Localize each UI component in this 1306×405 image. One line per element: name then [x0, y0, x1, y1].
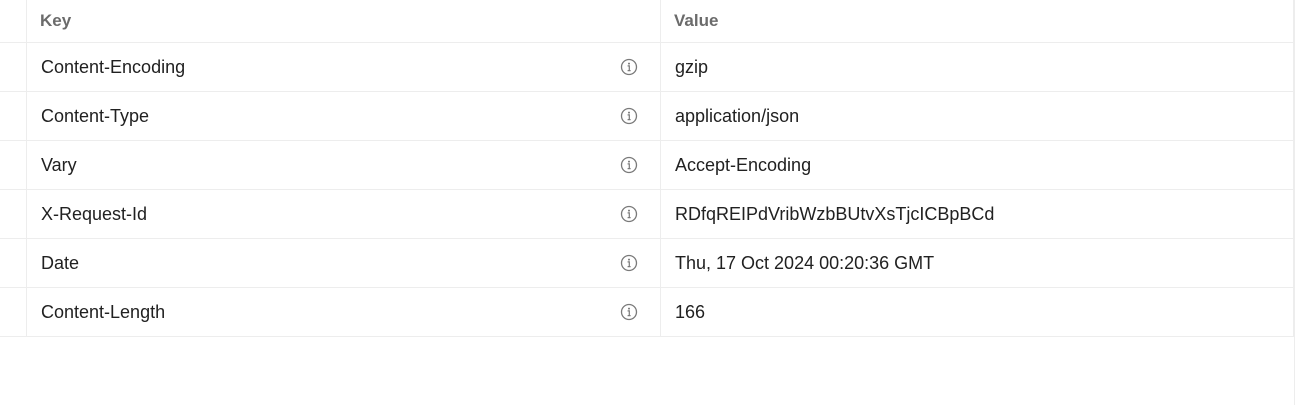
row-gutter — [0, 0, 27, 42]
header-key-cell: Content-Type — [27, 92, 661, 140]
header-value-cell: Accept-Encoding — [661, 141, 1294, 189]
header-value: RDfqREIPdVribWzbBUtvXsTjcICBpBCd — [675, 203, 995, 224]
header-value-cell: application/json — [661, 92, 1294, 140]
header-key: Vary — [41, 154, 77, 175]
column-header-key: Key — [27, 0, 661, 42]
header-key: Date — [41, 252, 80, 273]
info-circle-icon[interactable] — [620, 156, 638, 174]
table-header-row: Key Value — [0, 0, 1294, 43]
header-value-cell: 166 — [661, 288, 1294, 336]
info-circle-icon[interactable] — [620, 205, 638, 223]
header-value: Accept-Encoding — [675, 154, 812, 175]
panel-right-border — [1294, 0, 1295, 405]
header-value: 166 — [675, 301, 706, 322]
header-value: gzip — [675, 56, 709, 77]
table-row: Content-Encoding gzip — [0, 43, 1294, 92]
info-circle-icon[interactable] — [620, 58, 638, 76]
header-value: Thu, 17 Oct 2024 00:20:36 GMT — [675, 252, 935, 273]
info-circle-icon[interactable] — [620, 107, 638, 125]
header-key-cell: Vary — [27, 141, 661, 189]
header-key-cell: Date — [27, 239, 661, 287]
response-headers-table: Key Value Content-Encoding gzip Content-… — [0, 0, 1294, 337]
header-value-cell: Thu, 17 Oct 2024 00:20:36 GMT — [661, 239, 1294, 287]
table-row: X-Request-Id RDfqREIPdVribWzbBUtvXsTjcIC… — [0, 190, 1294, 239]
table-row: Date Thu, 17 Oct 2024 00:20:36 GMT — [0, 239, 1294, 288]
header-key: Content-Encoding — [41, 56, 186, 77]
row-gutter — [0, 43, 27, 91]
header-key: Content-Length — [41, 301, 166, 322]
header-key-cell: Content-Length — [27, 288, 661, 336]
header-key-cell: X-Request-Id — [27, 190, 661, 238]
header-value: application/json — [675, 105, 800, 126]
row-gutter — [0, 239, 27, 287]
header-key-cell: Content-Encoding — [27, 43, 661, 91]
table-row: Content-Type application/json — [0, 92, 1294, 141]
row-gutter — [0, 141, 27, 189]
table-row: Content-Length 166 — [0, 288, 1294, 337]
header-value-cell: RDfqREIPdVribWzbBUtvXsTjcICBpBCd — [661, 190, 1294, 238]
row-gutter — [0, 190, 27, 238]
info-circle-icon[interactable] — [620, 254, 638, 272]
table-row: Vary Accept-Encoding — [0, 141, 1294, 190]
header-key: Content-Type — [41, 105, 150, 126]
row-gutter — [0, 92, 27, 140]
row-gutter — [0, 288, 27, 336]
header-value-cell: gzip — [661, 43, 1294, 91]
header-key: X-Request-Id — [41, 203, 148, 224]
info-circle-icon[interactable] — [620, 303, 638, 321]
column-header-value: Value — [661, 0, 1294, 42]
